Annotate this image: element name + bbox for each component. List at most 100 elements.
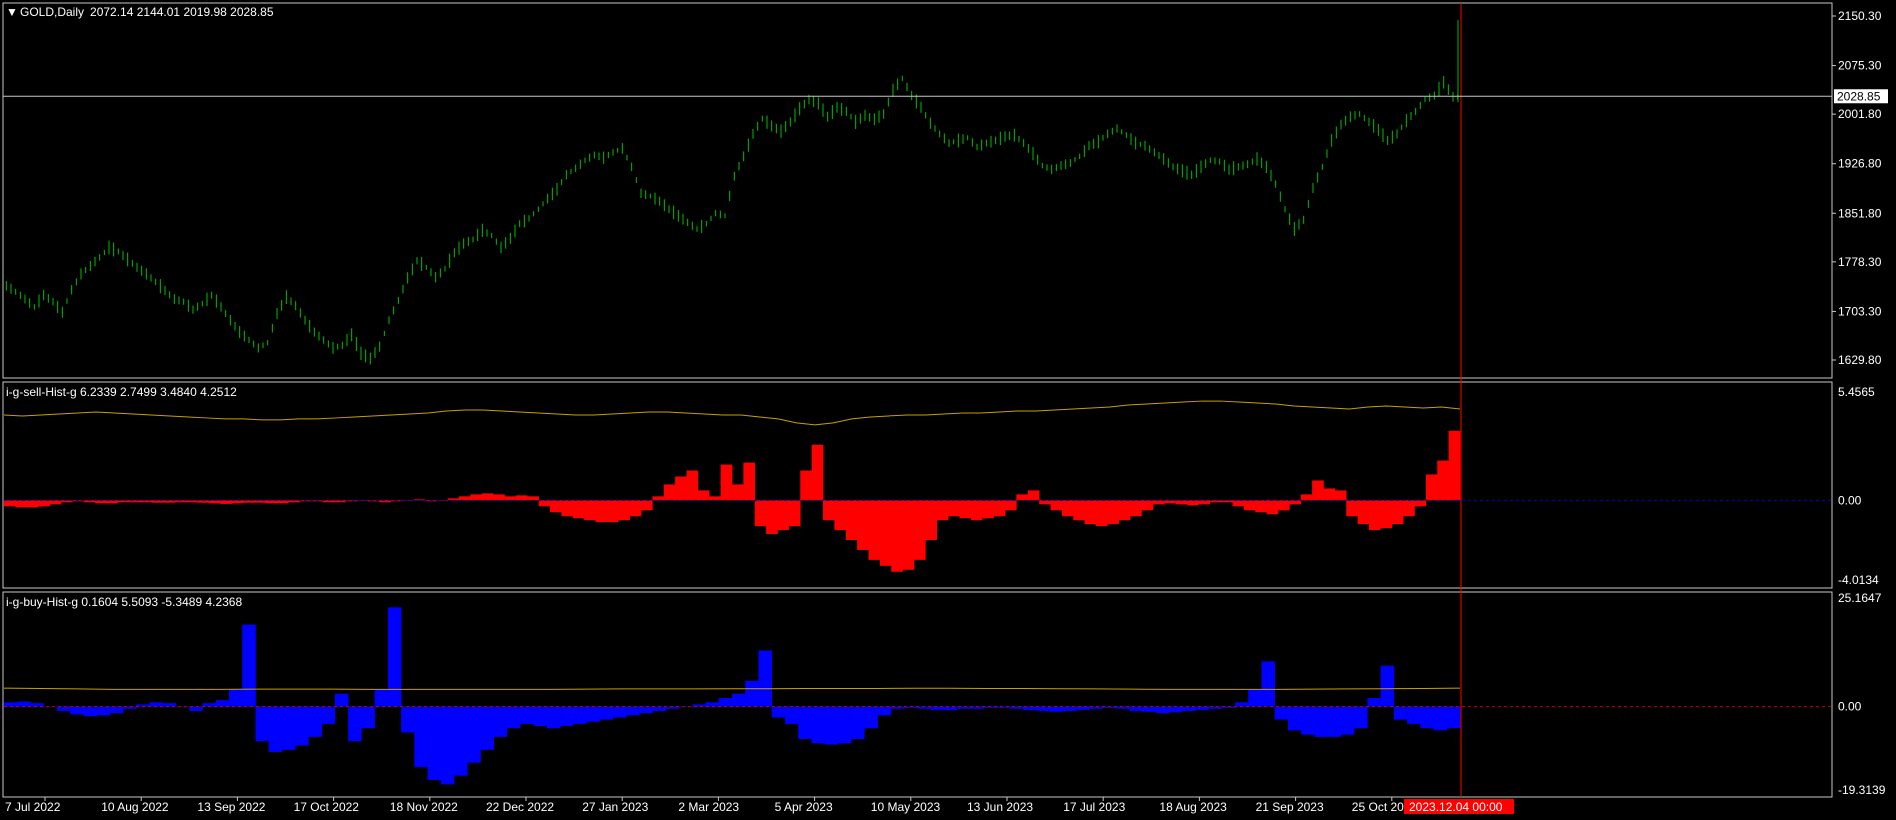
sell-bar <box>925 500 938 541</box>
price-tick-label: 1926.80 <box>1838 157 1882 171</box>
sell-bar <box>1312 480 1324 501</box>
buy-bar <box>387 607 402 707</box>
sell-bar <box>879 500 892 566</box>
buy-bar <box>824 706 839 745</box>
sell-bar <box>891 500 903 572</box>
buy-bar <box>559 706 574 727</box>
buy-bar <box>1327 706 1342 737</box>
price-series <box>5 20 1459 365</box>
buy-bar <box>440 706 455 785</box>
sell-bar <box>1039 500 1051 505</box>
buy-bar <box>1446 706 1461 729</box>
symbol-dropdown-icon[interactable]: ▼ <box>6 5 18 19</box>
buy-bar <box>506 706 521 729</box>
buy-bar <box>732 693 746 707</box>
sell-bar <box>800 470 812 501</box>
sell-bar <box>470 494 483 501</box>
crosshair-time-label: 2023.12.04 00:00 <box>1409 800 1503 814</box>
buy-bar <box>1420 706 1434 729</box>
price-tick-label: 1703.30 <box>1838 304 1882 318</box>
buy-bar <box>1142 706 1156 712</box>
buy-bar <box>96 706 111 716</box>
sell-bar <box>1096 500 1108 527</box>
buy-bar <box>1182 706 1196 711</box>
sell-tick-label: 5.4565 <box>1838 385 1875 399</box>
buy-bar <box>1129 706 1143 711</box>
buy-bar <box>401 706 415 733</box>
sell-bar <box>515 495 528 501</box>
buy-bar <box>30 703 45 707</box>
buy-bar <box>851 706 865 740</box>
sell-bar <box>743 462 756 501</box>
current-price-label: 2028.85 <box>1837 89 1881 103</box>
sell-bar <box>1300 494 1313 501</box>
buy-bar <box>1274 706 1289 720</box>
sell-bar <box>1334 490 1347 501</box>
buy-bar <box>109 706 124 714</box>
buy-bar <box>1301 706 1315 735</box>
buy-bar <box>930 706 945 711</box>
buy-bar <box>1023 706 1037 711</box>
sell-bar <box>595 500 608 523</box>
time-tick-label: 2 Mar 2023 <box>678 800 739 814</box>
buy-bar <box>1393 706 1408 720</box>
price-tick-label: 1851.80 <box>1838 206 1882 220</box>
sell-bar <box>652 496 665 501</box>
sell-indicator-title: i-g-sell-Hist-g 6.2339 2.7499 3.4840 4.2… <box>6 385 237 399</box>
buy-indicator-title: i-g-buy-Hist-g 0.1604 5.5093 -5.3489 4.2… <box>6 595 242 609</box>
sell-bar <box>4 500 16 507</box>
buy-bar <box>758 650 773 707</box>
sell-bar <box>1050 500 1063 511</box>
buy-bar <box>1036 706 1050 711</box>
buy-bar <box>943 706 958 711</box>
sell-bar <box>1130 500 1142 517</box>
sell-bar <box>481 493 494 501</box>
price-tick-label: 2150.30 <box>1838 9 1882 23</box>
buy-bar <box>480 706 495 750</box>
buy-bar <box>1234 702 1249 707</box>
sell-bar <box>1198 500 1211 505</box>
buy-tick-label: 25.1647 <box>1838 591 1882 605</box>
sell-bar <box>538 500 551 507</box>
buy-bar <box>1261 661 1275 707</box>
buy-bar <box>533 706 547 727</box>
time-tick-label: 18 Aug 2023 <box>1159 800 1227 814</box>
time-tick-label: 18 Nov 2022 <box>390 800 458 814</box>
buy-bar <box>864 706 878 729</box>
sell-bar <box>936 500 949 521</box>
sell-bar <box>1084 500 1097 525</box>
time-tick-label: 13 Jun 2023 <box>967 800 1033 814</box>
buy-bar <box>599 706 614 720</box>
sell-bar <box>1061 500 1074 517</box>
buy-bar <box>1314 706 1328 737</box>
sell-bar <box>1152 500 1165 505</box>
sell-bar <box>766 500 778 535</box>
buy-bar <box>1340 706 1355 735</box>
buy-bar <box>639 706 653 714</box>
buy-bar <box>745 680 759 707</box>
buy-bar <box>586 706 600 722</box>
sell-bar <box>1323 488 1336 501</box>
sell-bar <box>504 496 517 501</box>
sell-bar <box>618 500 630 521</box>
sell-bar <box>38 500 50 507</box>
sell-bar <box>1005 500 1017 511</box>
time-tick-label: 10 Aug 2022 <box>101 800 169 814</box>
buy-signal-line <box>3 687 1461 690</box>
sell-bar <box>1255 500 1267 513</box>
buy-bar <box>718 697 733 707</box>
buy-panel-frame <box>2 591 1833 798</box>
buy-bar <box>427 706 442 781</box>
sell-bar <box>1141 500 1154 511</box>
sell-bar <box>1175 500 1188 505</box>
buy-bar <box>546 706 561 729</box>
buy-bar <box>1287 706 1302 731</box>
sell-bar <box>732 484 744 501</box>
buy-bar <box>705 702 720 707</box>
sell-bar <box>902 500 915 570</box>
sell-bar <box>561 500 574 517</box>
buy-histogram <box>3 607 1832 785</box>
buy-bar <box>1407 706 1421 724</box>
sell-bar <box>970 500 983 521</box>
sell-bar <box>697 490 710 501</box>
